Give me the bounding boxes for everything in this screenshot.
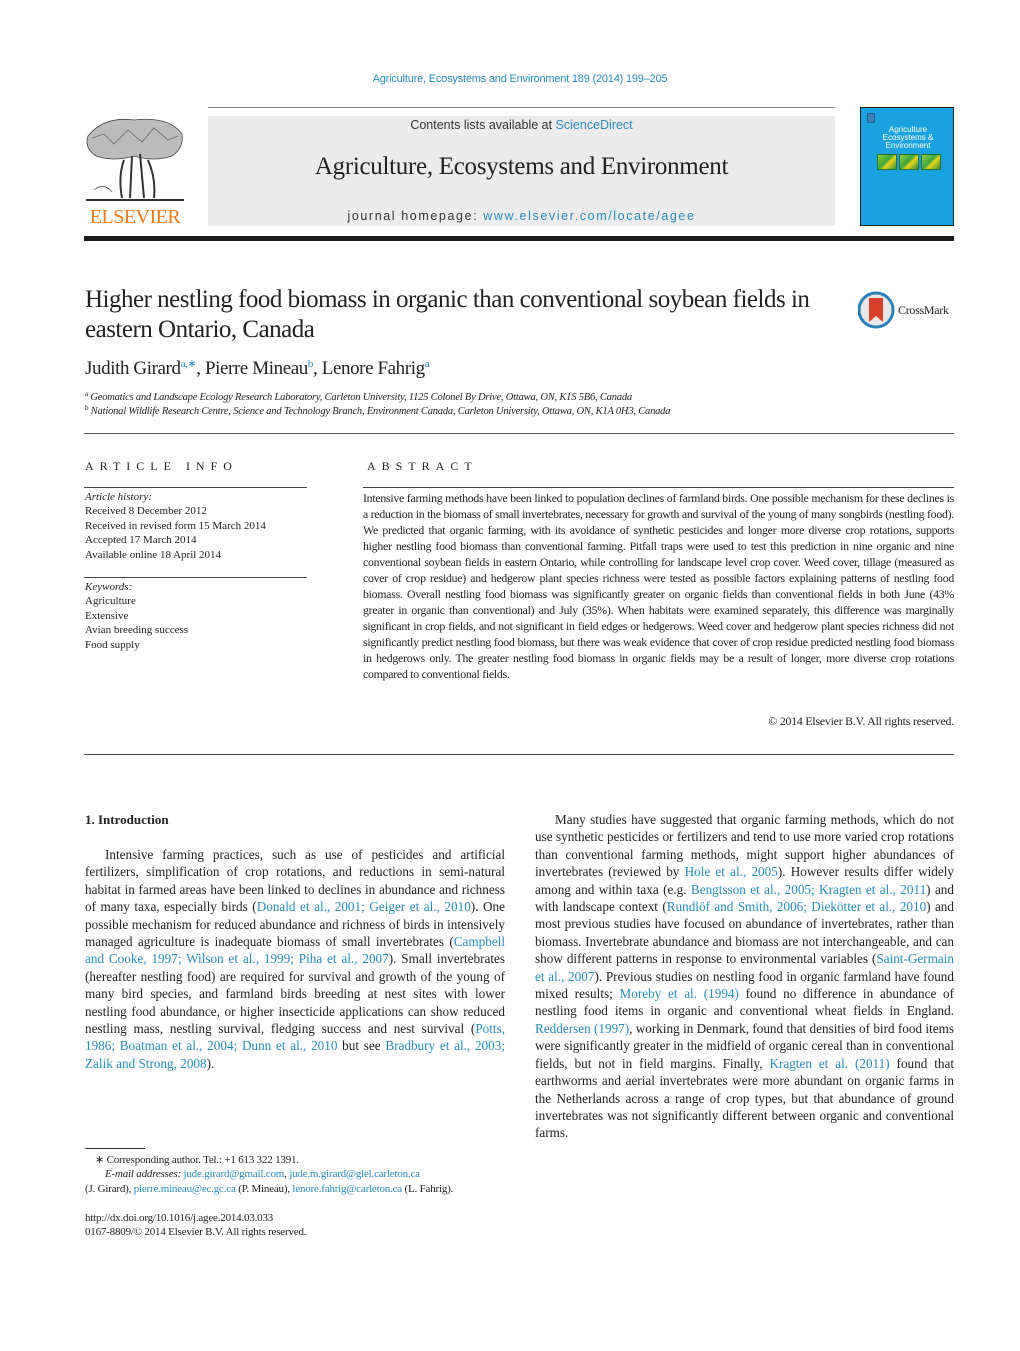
cover-elsevier-icon xyxy=(867,113,875,123)
homepage-prefix: journal homepage: xyxy=(347,209,484,223)
citation-link[interactable]: Rundlöf and Smith, 2006; Diekötter et al… xyxy=(667,899,926,914)
issn-copyright: 0167-8809/© 2014 Elsevier B.V. All right… xyxy=(85,1226,307,1238)
section-heading-introduction: 1. Introduction xyxy=(85,812,169,827)
affiliation: b National Wildlife Research Centre, Sci… xyxy=(85,404,670,417)
journal-title: Agriculture, Ecosystems and Environment xyxy=(314,153,729,180)
homepage-line: journal homepage: www.elsevier.com/locat… xyxy=(208,209,835,223)
affiliation-text: National Wildlife Research Centre, Scien… xyxy=(90,406,671,417)
affiliation-key: b xyxy=(85,404,89,412)
divider xyxy=(84,577,307,578)
history-item: Accepted 17 March 2014 xyxy=(85,534,197,547)
journal-homepage-link[interactable]: www.elsevier.com/locate/agee xyxy=(483,209,695,223)
email-link[interactable]: jude.girard@gmail.com xyxy=(184,1168,285,1180)
email-link[interactable]: pierre.mineau@ec.gc.ca xyxy=(134,1183,236,1195)
header-thick-rule xyxy=(84,236,954,241)
affiliation-key: a xyxy=(85,390,88,398)
divider xyxy=(84,754,954,755)
sciencedirect-link[interactable]: ScienceDirect xyxy=(556,118,633,132)
keywords: Keywords: Agriculture Extensive Avian br… xyxy=(85,580,188,652)
email-owner: (L. Fahrig). xyxy=(402,1183,454,1195)
article-history: Article history: Received 8 December 201… xyxy=(85,490,266,562)
body-text: ). xyxy=(206,1055,215,1071)
author-affiliation-marker[interactable]: b xyxy=(308,358,314,370)
divider xyxy=(84,487,307,488)
citation-link[interactable]: Reddersen (1997) xyxy=(535,1021,629,1036)
article-info-heading: ARTICLE INFO xyxy=(85,459,238,473)
citation-link[interactable]: Hole et al., 2005 xyxy=(685,864,778,879)
email-link[interactable]: lenore.fahrig@carleton.ca xyxy=(292,1183,402,1195)
cover-title: Agriculture Ecosystems & Environment xyxy=(861,126,955,150)
author-affiliation-marker[interactable]: a xyxy=(425,358,430,370)
cover-title-line: Environment xyxy=(885,141,931,150)
email-label: E-mail addresses: xyxy=(105,1168,181,1180)
keywords-label: Keywords: xyxy=(85,581,133,593)
divider xyxy=(208,107,835,108)
abstract-copyright: © 2014 Elsevier B.V. All rights reserved… xyxy=(768,714,954,728)
history-item: Received 8 December 2012 xyxy=(85,505,207,518)
author-list: Judith Girarda,∗, Pierre Mineaub, Lenore… xyxy=(85,358,430,379)
history-item: Available online 18 April 2014 xyxy=(85,548,222,561)
article-history-label: Article history: xyxy=(85,491,152,503)
history-item: Received in revised form 15 March 2014 xyxy=(85,519,266,532)
journal-cover-thumbnail[interactable]: Agriculture Ecosystems & Environment xyxy=(860,107,954,226)
elsevier-wordmark: ELSEVIER xyxy=(89,206,181,228)
citation-link[interactable]: Bengtsson et al., 2005; Kragten et al., … xyxy=(691,882,926,897)
corresponding-author-note: ∗ Corresponding author. Tel.: +1 613 322… xyxy=(95,1154,299,1166)
author-affiliation-marker[interactable]: a,∗ xyxy=(181,358,197,370)
keyword-item: Extensive xyxy=(85,609,129,622)
divider xyxy=(363,487,954,488)
keyword-item: Avian breeding success xyxy=(85,624,189,637)
citation-link[interactable]: Kragten et al. (2011) xyxy=(769,1056,889,1071)
email-owner: (P. Mineau), xyxy=(235,1183,293,1195)
body-paragraph: Many studies have suggested that organic… xyxy=(535,811,954,1142)
affiliation: a Geomatics and Landscape Ecology Resear… xyxy=(85,390,632,403)
divider xyxy=(84,433,954,434)
keyword-item: Food supply xyxy=(85,638,140,651)
footnote-rule xyxy=(85,1148,145,1149)
doi-link[interactable]: http://dx.doi.org/10.1016/j.agee.2014.03… xyxy=(85,1211,273,1226)
cover-field-icon xyxy=(899,154,919,170)
body-text: but see xyxy=(337,1038,386,1054)
cover-field-icon xyxy=(877,154,897,170)
body-paragraph: Intensive farming practices, such as use… xyxy=(85,846,505,1072)
email-addresses: E-mail addresses: jude.girard@gmail.com,… xyxy=(105,1168,420,1180)
email-link[interactable]: jude.m.girard@glel.carleton.ca xyxy=(289,1168,420,1180)
abstract-heading: ABSTRACT xyxy=(367,459,478,473)
email-addresses-cont: (J. Girard), pierre.mineau@ec.gc.ca (P. … xyxy=(85,1182,453,1197)
affiliation-text: Geomatics and Landscape Ecology Research… xyxy=(90,392,632,403)
crossmark-label[interactable]: CrossMark xyxy=(898,303,949,318)
citation-link[interactable]: Donald et al., 2001; Geiger et al., 2010 xyxy=(257,899,471,914)
author-name[interactable]: Pierre Mineau xyxy=(205,358,308,379)
abstract-text: Intensive farming methods have been link… xyxy=(363,491,954,681)
journal-reference[interactable]: Agriculture, Ecosystems and Environment … xyxy=(0,73,1020,85)
contents-line: Contents lists available at ScienceDirec… xyxy=(208,118,835,132)
cover-field-icon xyxy=(921,154,941,170)
crossmark-icon xyxy=(857,291,895,329)
citation-link[interactable]: Moreby et al. (1994) xyxy=(620,986,739,1001)
author-name[interactable]: Judith Girard xyxy=(85,358,181,379)
keyword-item: Agriculture xyxy=(85,595,136,608)
email-owner: (J. Girard), xyxy=(85,1183,134,1195)
article-title: Higher nestling food biomass in organic … xyxy=(85,286,810,343)
contents-prefix: Contents lists available at xyxy=(410,118,556,132)
author-name[interactable]: Lenore Fahrig xyxy=(322,358,425,379)
